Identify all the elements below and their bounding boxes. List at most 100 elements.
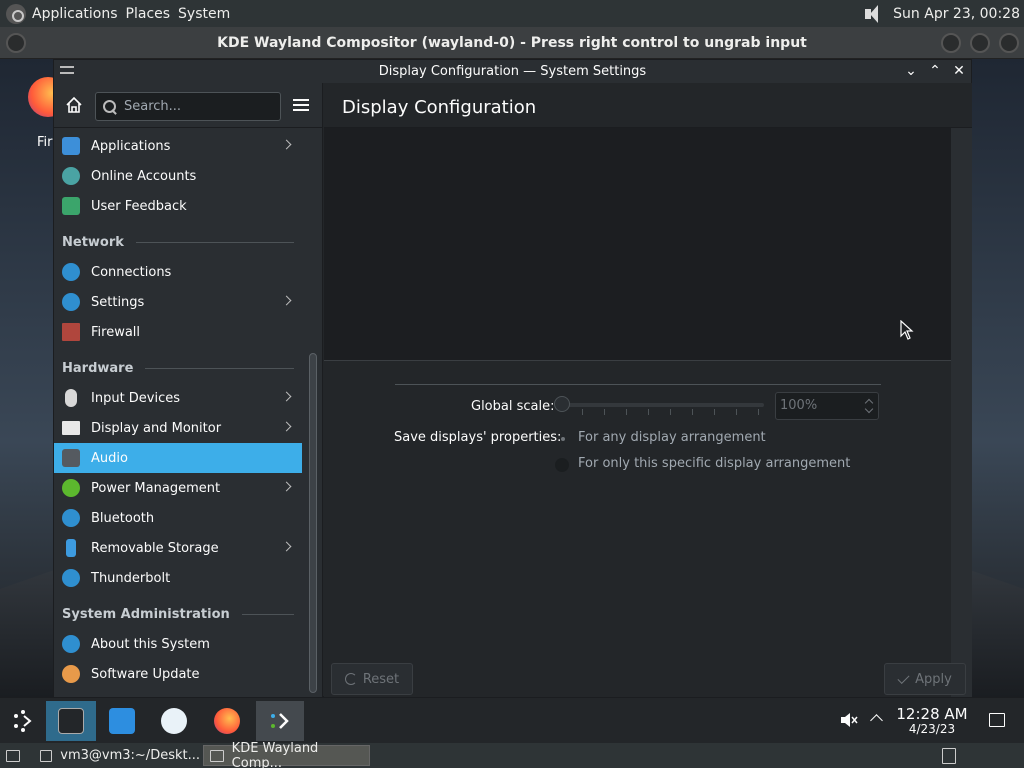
globe-icon (62, 263, 80, 281)
workspace-switcher[interactable] (936, 745, 964, 766)
sidebar-item-software-update[interactable]: Software Update (54, 659, 302, 689)
minimize-button[interactable] (941, 33, 961, 53)
sidebar-item-thunderbolt[interactable]: Thunderbolt (54, 563, 302, 593)
sidebar-item-about-system[interactable]: About this System (54, 629, 302, 659)
slider-tick (692, 409, 693, 415)
gnome-foot-icon[interactable] (6, 3, 26, 24)
digital-clock[interactable]: 12:28 AM 4/23/23 (893, 706, 971, 736)
radio-specific-label[interactable]: For only this specific display arrangeme… (578, 456, 850, 471)
task-terminal[interactable]: vm3@vm3:~/Deskt... (34, 745, 200, 766)
sidebar-header (54, 83, 322, 128)
radio-specific-arrangement[interactable] (555, 458, 569, 472)
check-icon (897, 671, 910, 684)
top-panel-clock[interactable]: Sun Apr 23, 00:28 (893, 6, 1020, 22)
chevron-right-icon (281, 139, 292, 150)
window-titlebar: Display Configuration — System Settings … (54, 60, 971, 83)
sidebar-item-applications[interactable]: Applications (54, 131, 302, 161)
section-divider (145, 367, 294, 369)
show-desktop-button[interactable] (0, 745, 30, 766)
section-system-administration: System Administration (54, 599, 302, 629)
task-krunner[interactable] (256, 701, 304, 741)
section-title: System Administration (62, 606, 230, 622)
slider-tick (626, 409, 627, 415)
page-title: Display Configuration (342, 97, 537, 118)
chevron-right-icon (281, 541, 292, 552)
applications-menu[interactable]: Applications (32, 6, 126, 22)
app-launcher-button[interactable] (0, 701, 46, 741)
system-settings-window: Display Configuration — System Settings … (53, 59, 972, 698)
sidebar-item-display-monitor[interactable]: Display and Monitor (54, 413, 302, 443)
slider-handle[interactable] (554, 396, 570, 412)
hamburger-menu-icon[interactable] (293, 99, 309, 111)
home-icon[interactable] (64, 95, 84, 115)
sidebar-item-firewall[interactable]: Firewall (54, 317, 302, 347)
global-scale-spinbox[interactable]: 100% (775, 392, 879, 420)
show-desktop-icon[interactable] (989, 713, 1005, 727)
online-accounts-icon (62, 167, 80, 185)
task-kde-wayland[interactable]: KDE Wayland Comp... (203, 741, 370, 768)
sidebar-item-connections[interactable]: Connections (54, 257, 302, 287)
sidebar-item-network-settings[interactable]: Settings (54, 287, 302, 317)
sidebar-item-label: Audio (91, 450, 128, 466)
kde-app-icon (161, 708, 187, 734)
chevron-up-icon[interactable] (870, 714, 883, 727)
content-scrollbar[interactable] (951, 128, 972, 698)
volume-icon[interactable] (863, 3, 885, 25)
chevron-down-icon[interactable]: ⌄ (902, 62, 920, 80)
mouse-cursor-icon (900, 320, 914, 340)
firefox-desktop-label[interactable]: Fir (37, 135, 53, 150)
sidebar-item-power-management[interactable]: Power Management (54, 473, 302, 503)
spin-arrows-icon[interactable] (864, 396, 874, 416)
sidebar-scrollbar[interactable] (309, 353, 317, 693)
sidebar-item-label: Software Update (91, 666, 200, 682)
slider-tick (582, 409, 583, 415)
clock-time: 12:28 AM (896, 705, 968, 723)
search-field[interactable] (95, 92, 281, 121)
screen-layout-view[interactable] (324, 128, 951, 361)
maximize-button[interactable] (970, 33, 990, 53)
sidebar-item-label: Display and Monitor (91, 420, 222, 436)
sidebar-item-label: Input Devices (91, 390, 181, 406)
radio-any-label[interactable]: For any display arrangement (578, 430, 766, 445)
main-content: Display Configuration Global scale: 100%… (324, 83, 972, 698)
task-firefox[interactable] (204, 701, 250, 741)
firefox-icon (214, 708, 240, 734)
thunderbolt-icon (62, 569, 80, 587)
sidebar-item-online-accounts[interactable]: Online Accounts (54, 161, 302, 191)
search-input[interactable] (124, 99, 274, 114)
applications-icon (62, 137, 80, 155)
system-settings-icon[interactable] (60, 63, 74, 77)
sidebar-item-bluetooth[interactable]: Bluetooth (54, 503, 302, 533)
apply-button[interactable]: Apply (884, 663, 966, 695)
sidebar-item-label: About this System (91, 636, 210, 652)
places-menu[interactable]: Places (126, 6, 179, 22)
chevron-up-icon[interactable]: ⌃ (926, 62, 944, 80)
top-panel-status: Sun Apr 23, 00:28 (863, 0, 1020, 27)
sidebar-item-label: Thunderbolt (91, 570, 171, 586)
chevron-right-icon (281, 481, 292, 492)
user-feedback-icon (62, 197, 80, 215)
power-icon (62, 479, 80, 497)
sidebar-item-input-devices[interactable]: Input Devices (54, 383, 302, 413)
close-icon[interactable]: ✕ (950, 62, 968, 80)
radio-any-arrangement[interactable] (556, 432, 570, 446)
global-scale-slider[interactable] (560, 403, 764, 407)
sidebar-item-removable-storage[interactable]: Removable Storage (54, 533, 302, 563)
sidebar-item-user-feedback[interactable]: User Feedback (54, 191, 302, 221)
discover-icon (109, 708, 135, 734)
sidebar-item-audio[interactable]: Audio (54, 443, 302, 473)
reset-button[interactable]: Reset (331, 663, 413, 695)
volume-muted-icon[interactable] (840, 712, 858, 728)
plasma-panel: 12:28 AM 4/23/23 (0, 697, 1024, 743)
sidebar-item-label: Bluetooth (91, 510, 155, 526)
window-menu-button[interactable] (6, 33, 26, 53)
section-title: Hardware (62, 360, 134, 376)
task-kde-app[interactable] (151, 701, 197, 741)
system-menu[interactable]: System (178, 6, 238, 22)
sidebar-list: Applications Online Accounts User Feedba… (54, 131, 302, 689)
slider-tick (736, 409, 737, 415)
task-discover[interactable] (99, 701, 145, 741)
task-system-settings[interactable] (46, 701, 96, 741)
form-divider (395, 384, 881, 385)
close-button[interactable] (999, 33, 1019, 53)
